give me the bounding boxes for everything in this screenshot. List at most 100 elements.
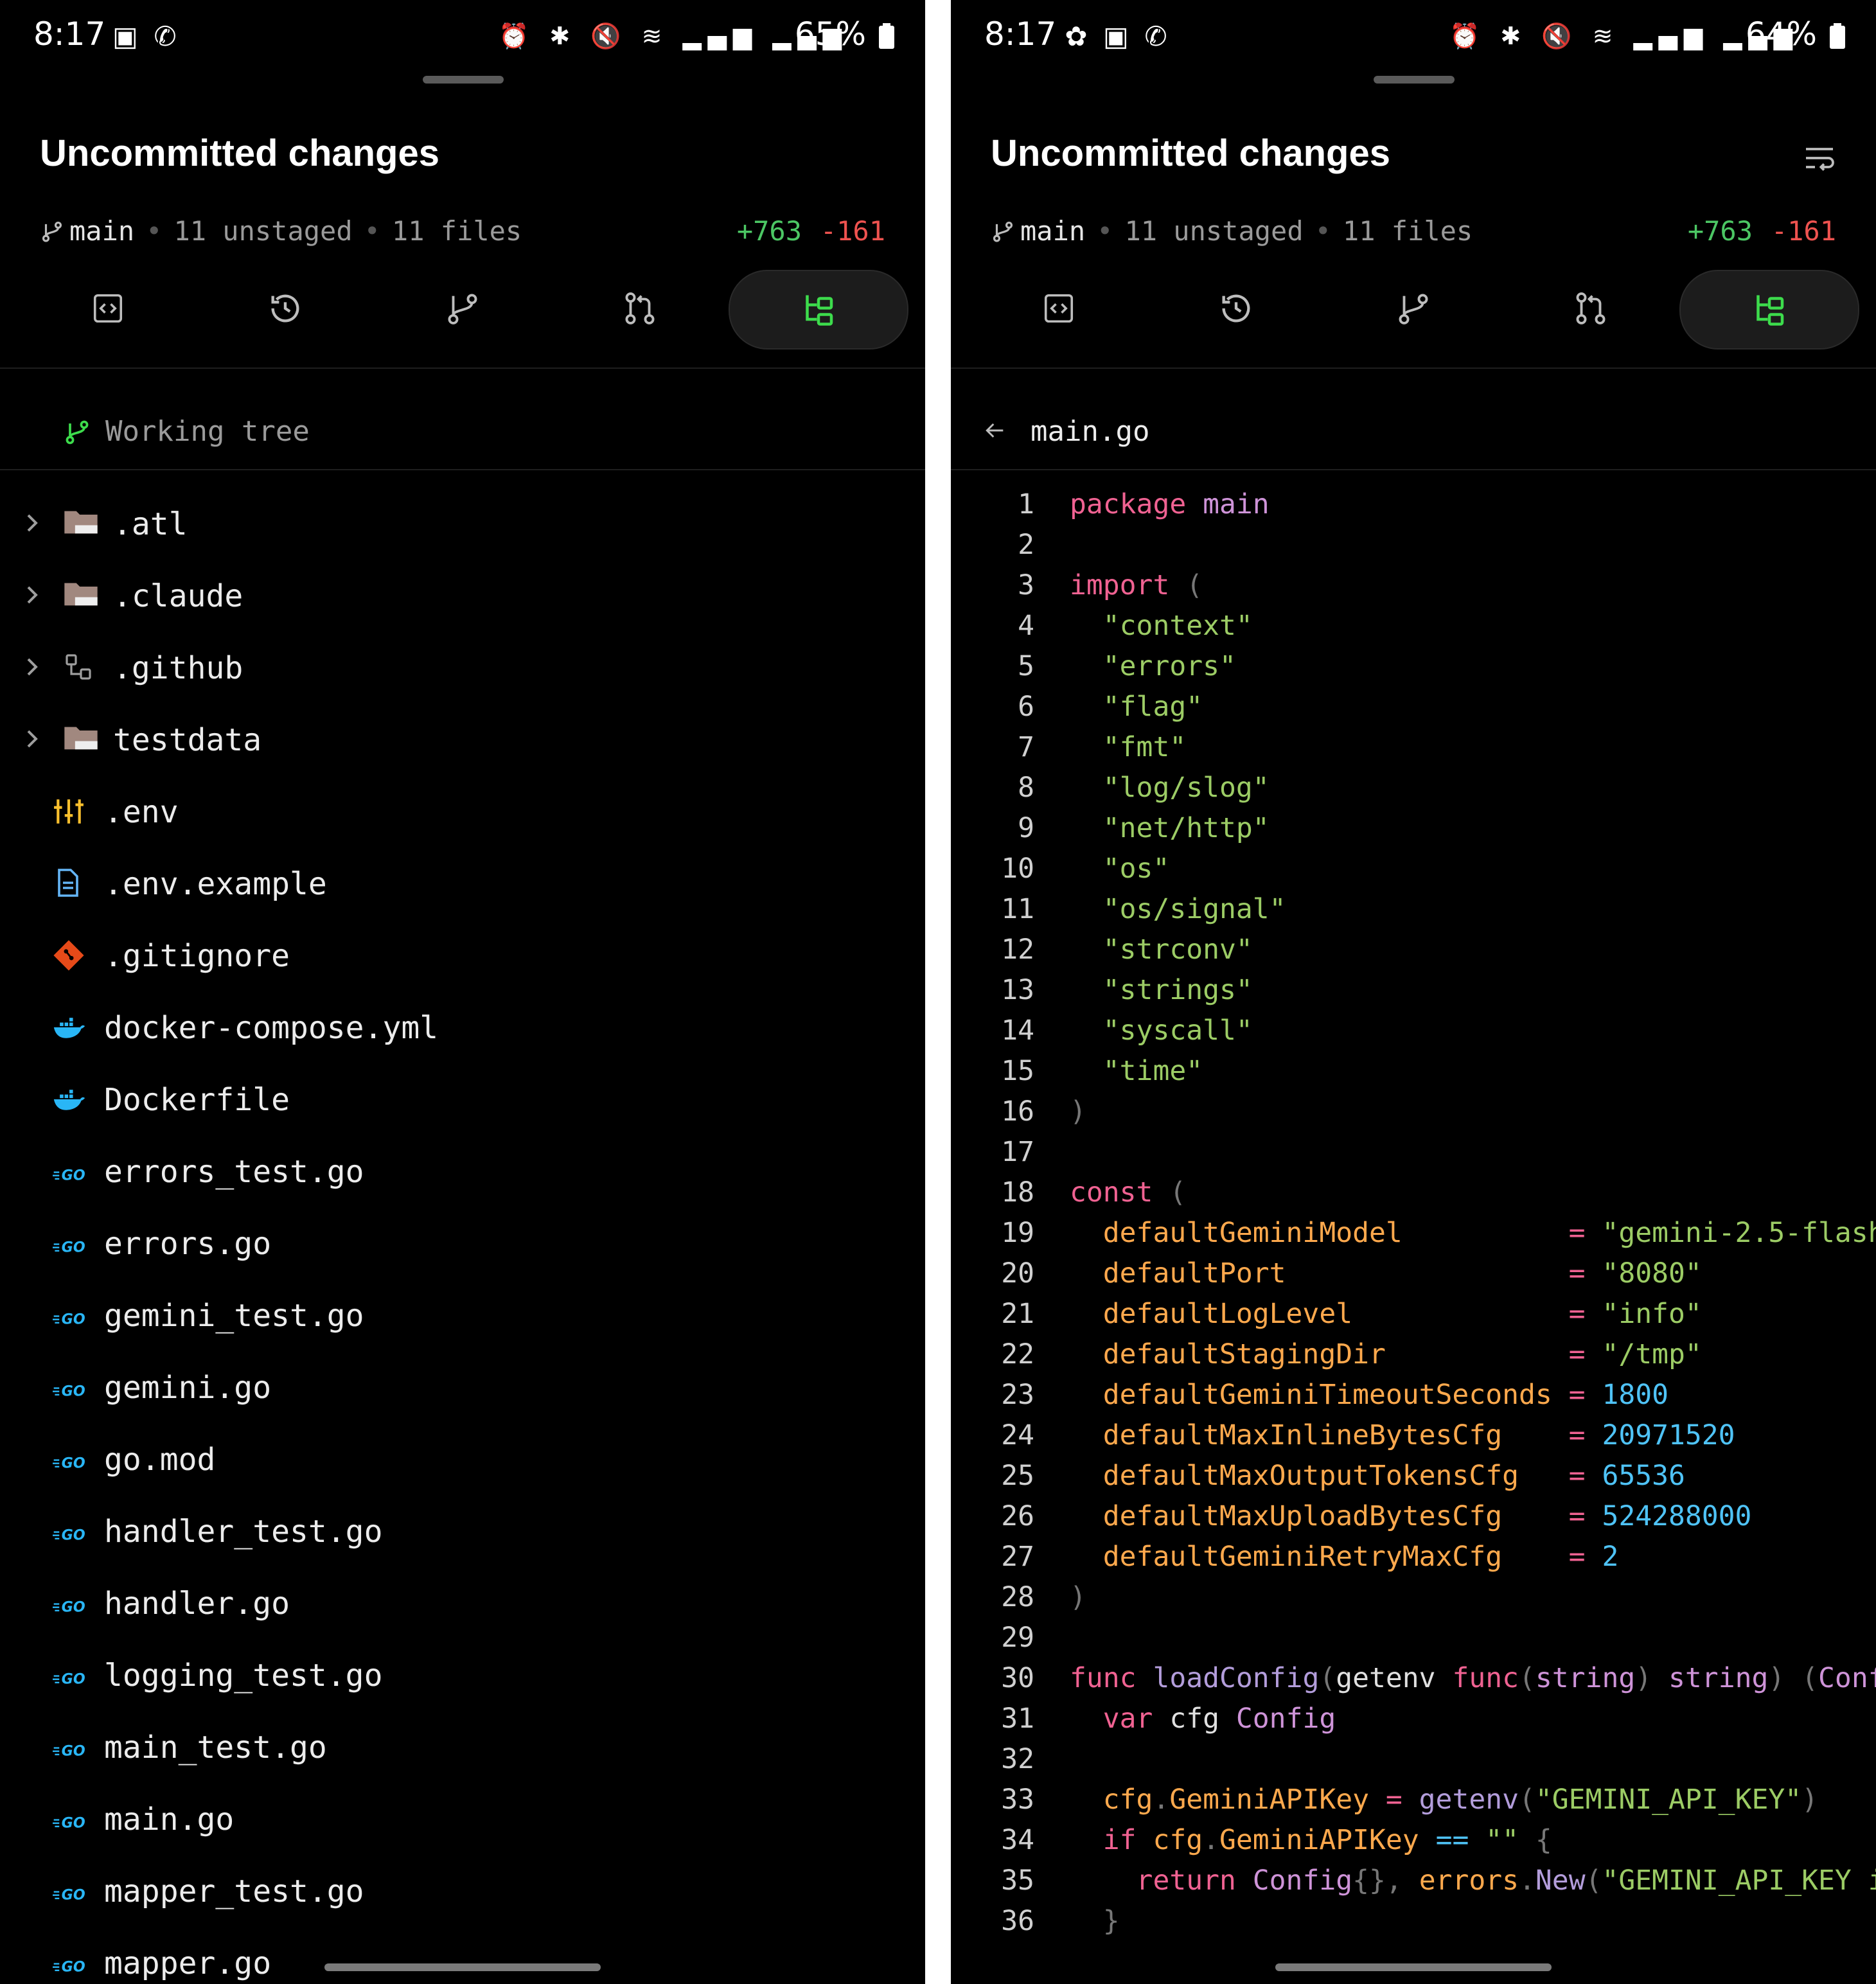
chevron-right-icon[interactable] — [23, 582, 41, 608]
folder-name: testdata — [113, 722, 262, 758]
file-name: handler_test.go — [104, 1514, 383, 1550]
line-number: 17 — [1001, 1136, 1034, 1168]
go-icon: GO — [53, 1587, 91, 1619]
code-token: import — [1070, 569, 1187, 601]
line-number: 35 — [1001, 1864, 1034, 1897]
code-text: defaultGeminiModel = "gemini-2.5-flash" — [1070, 1217, 1876, 1249]
code-token: defaultGeminiRetryMaxCfg — [1070, 1541, 1569, 1573]
file-row[interactable]: GO gemini.go — [0, 1352, 925, 1422]
tab-history[interactable] — [1147, 270, 1325, 347]
tab-branches[interactable] — [374, 270, 551, 347]
folder-row[interactable]: .github — [0, 632, 925, 703]
code-token: string — [1535, 1662, 1636, 1694]
code-token: == — [1435, 1824, 1486, 1856]
file-name: gemini_test.go — [104, 1298, 364, 1334]
gesture-bar[interactable] — [324, 1963, 601, 1971]
docker-icon — [53, 1011, 91, 1043]
code-text: "os/signal" — [1070, 893, 1286, 925]
file-row[interactable]: Dockerfile — [0, 1064, 925, 1135]
code-token: defaultLogLevel — [1070, 1298, 1569, 1330]
line-number: 20 — [1001, 1257, 1034, 1289]
battery-level: 64% — [1745, 15, 1817, 53]
code-token: "GEMINI_API_KEY" — [1535, 1784, 1802, 1816]
chevron-right-icon[interactable] — [23, 726, 41, 752]
svg-text:GO: GO — [62, 1959, 85, 1975]
left-screen: 8:17 ▣ ✆ ⏰ ✱ 🔇 ≋ ▂▄▆ ▂▄▆ 65% Uncommitted… — [0, 0, 925, 1984]
line-number: 32 — [1001, 1743, 1034, 1775]
branch-icon — [993, 221, 1013, 242]
tab-code[interactable] — [19, 270, 197, 347]
file-row[interactable]: GO errors_test.go — [0, 1136, 925, 1207]
line-number: 5 — [1018, 650, 1034, 682]
sheet-drag-handle[interactable] — [423, 76, 504, 84]
code-token: loadConfig — [1153, 1662, 1320, 1694]
file-row[interactable]: .env.example — [0, 848, 925, 919]
go-icon: GO — [53, 1515, 91, 1547]
code-text: defaultMaxUploadBytesCfg = 524288000 — [1070, 1500, 1752, 1532]
tab-history[interactable] — [197, 270, 374, 347]
code-token: defaultGeminiTimeoutSeconds — [1070, 1379, 1569, 1411]
file-header: main.go — [951, 398, 1876, 463]
env-icon — [53, 795, 91, 828]
folder-row[interactable]: .atl — [0, 488, 925, 559]
code-token: defaultMaxInlineBytesCfg — [1070, 1419, 1569, 1451]
file-name: mapper_test.go — [104, 1873, 364, 1909]
divider — [951, 469, 1876, 470]
sheet-drag-handle[interactable] — [1374, 76, 1455, 84]
file-name: docker-compose.yml — [104, 1010, 439, 1046]
line-number: 33 — [1001, 1784, 1034, 1816]
back-arrow-icon[interactable] — [980, 418, 1009, 443]
word-wrap-icon[interactable] — [1801, 140, 1837, 176]
tab-pull-requests[interactable] — [1502, 270, 1679, 347]
file-name: errors_test.go — [104, 1154, 364, 1190]
history-icon — [271, 294, 299, 323]
folder-row[interactable]: testdata — [0, 704, 925, 775]
file-row[interactable]: GO main.go — [0, 1784, 925, 1854]
file-row[interactable]: GO handler.go — [0, 1568, 925, 1638]
code-token: if — [1070, 1824, 1153, 1856]
files-count: 11 files — [1342, 215, 1473, 247]
tab-branches[interactable] — [1325, 270, 1502, 347]
code-token: 524288000 — [1602, 1500, 1752, 1532]
file-row[interactable]: GO handler_test.go — [0, 1496, 925, 1566]
whatsapp-notification-icon: ✆ — [1144, 21, 1167, 52]
code-token: defaultPort — [1070, 1257, 1569, 1289]
go-icon: GO — [53, 1803, 91, 1835]
tab-file-tree[interactable] — [1679, 270, 1859, 350]
file-row[interactable]: docker-compose.yml — [0, 992, 925, 1063]
additions-count: +763 — [736, 215, 802, 247]
battery-level: 65% — [794, 15, 866, 53]
branch-name: main — [69, 215, 135, 247]
line-number: 30 — [1001, 1662, 1034, 1694]
go-icon: GO — [53, 1155, 91, 1187]
chevron-right-icon[interactable] — [23, 654, 41, 680]
breadcrumb[interactable]: Working tree — [0, 398, 925, 463]
file-row[interactable]: GO mapper.go — [0, 1927, 925, 1984]
file-row[interactable]: .env — [0, 776, 925, 847]
tab-file-tree[interactable] — [729, 270, 908, 350]
line-number: 13 — [1001, 974, 1034, 1006]
file-row[interactable]: GO gemini_test.go — [0, 1280, 925, 1351]
line-number: 27 — [1001, 1541, 1034, 1573]
code-text: defaultMaxInlineBytesCfg = 20971520 — [1070, 1419, 1735, 1451]
line-number: 36 — [1001, 1905, 1034, 1937]
code-token: = — [1385, 1784, 1419, 1816]
chevron-right-icon[interactable] — [23, 510, 41, 536]
code-token: "fmt" — [1070, 731, 1187, 763]
tab-code[interactable] — [970, 270, 1147, 347]
gesture-bar[interactable] — [1275, 1963, 1552, 1971]
file-row[interactable]: GO mapper_test.go — [0, 1856, 925, 1926]
file-row[interactable]: .gitignore — [0, 920, 925, 991]
tab-pull-requests[interactable] — [551, 270, 729, 347]
line-number: 31 — [1001, 1703, 1034, 1735]
svg-text:GO: GO — [62, 1599, 85, 1615]
file-row[interactable]: GO errors.go — [0, 1208, 925, 1279]
branch-name: main — [1020, 215, 1086, 247]
file-row[interactable]: GO logging_test.go — [0, 1640, 925, 1710]
file-row[interactable]: GO main_test.go — [0, 1712, 925, 1782]
file-row[interactable]: GO go.mod — [0, 1424, 925, 1494]
folder-row[interactable]: .claude — [0, 560, 925, 631]
code-token: "os" — [1070, 853, 1170, 885]
line-number: 15 — [1001, 1055, 1034, 1087]
code-text: "log/slog" — [1070, 772, 1270, 804]
